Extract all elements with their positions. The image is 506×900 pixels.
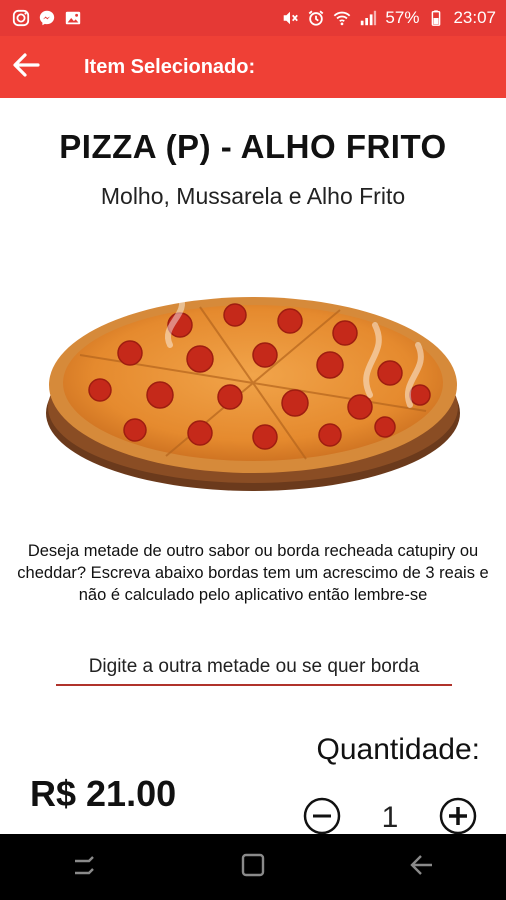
quantity-value: 1 — [381, 801, 399, 834]
arrow-back-icon — [11, 50, 41, 85]
app-bar-title: Item Selecionado: — [84, 55, 256, 78]
status-bar-left — [12, 9, 82, 27]
battery-percent: 57% — [385, 8, 420, 27]
price: R$ 21.00 — [30, 773, 177, 814]
wifi-icon — [333, 9, 351, 27]
home-button[interactable] — [223, 842, 283, 892]
recents-icon — [70, 851, 98, 884]
back-button[interactable] — [4, 45, 48, 89]
half-flavor-input[interactable] — [56, 650, 452, 686]
app-bar: Item Selecionado: — [0, 36, 506, 98]
item-name: PIZZA (P) - ALHO FRITO — [59, 128, 447, 165]
clock: 23:07 — [453, 8, 496, 27]
half-flavor-notice: Deseja metade de outro sabor ou borda re… — [17, 542, 489, 604]
signal-icon — [359, 9, 377, 27]
pizza-image — [40, 285, 466, 505]
back-icon — [408, 851, 436, 884]
gallery-icon — [64, 9, 82, 27]
alarm-icon — [307, 9, 325, 27]
instagram-icon — [12, 9, 30, 27]
mute-icon — [281, 9, 299, 27]
status-bar: 57% 23:07 — [0, 0, 506, 36]
status-bar-right: 57% 23:07 — [281, 8, 496, 28]
quantity-label: Quantidade: — [316, 733, 480, 766]
system-back-button[interactable] — [392, 842, 452, 892]
home-icon — [239, 851, 267, 884]
navigation-bar — [0, 834, 506, 900]
item-description: Molho, Mussarela e Alho Frito — [100, 183, 406, 209]
battery-icon — [427, 9, 445, 27]
recents-button[interactable] — [54, 842, 114, 892]
messenger-icon — [38, 9, 56, 27]
